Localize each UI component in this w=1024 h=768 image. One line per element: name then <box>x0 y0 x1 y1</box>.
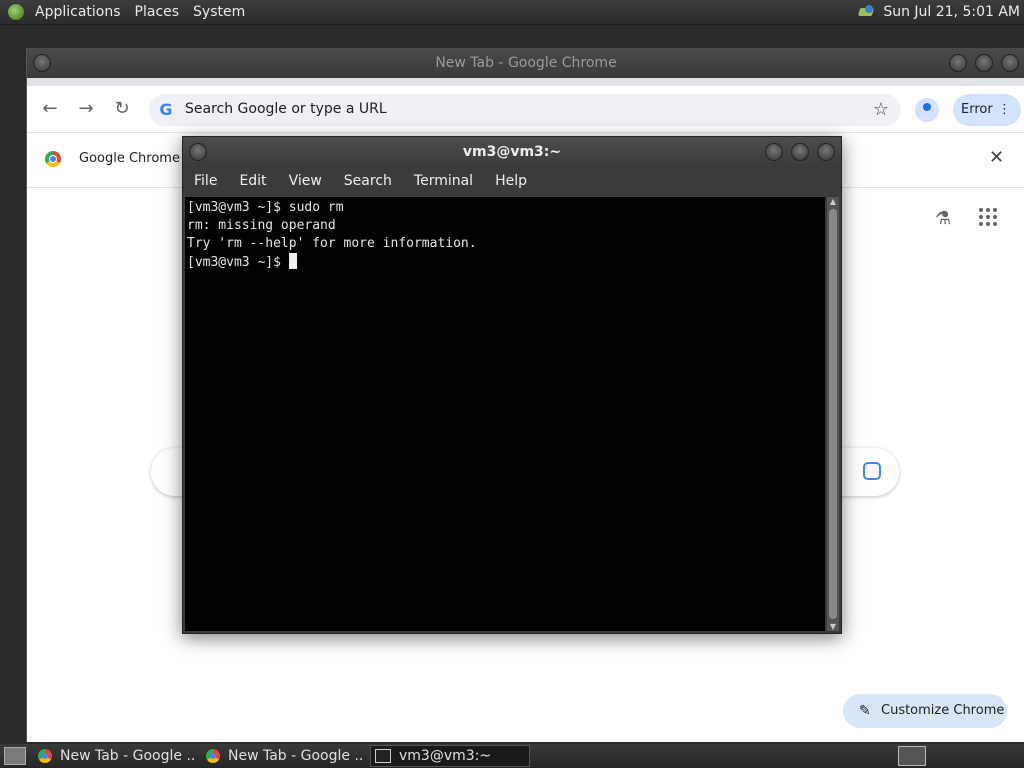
terminal-minimize-button[interactable] <box>765 143 783 161</box>
terminal-menu-help[interactable]: Help <box>484 173 538 189</box>
infobar-close-icon[interactable]: ✕ <box>989 147 1004 168</box>
terminal-menu-edit[interactable]: Edit <box>228 173 277 189</box>
forward-icon[interactable]: → <box>75 98 97 120</box>
chrome-window-title: New Tab - Google Chrome <box>435 55 617 71</box>
top-panel: Applications Places System Sun Jul 21, 5… <box>0 0 1024 25</box>
terminal-menu-file[interactable]: File <box>183 173 228 189</box>
chrome-toolbar: ← → ↻ G Search Google or type a URL ☆ Er… <box>27 86 1024 133</box>
apps-grid-icon[interactable] <box>979 208 997 226</box>
terminal-line: rm: missing operand <box>187 218 336 233</box>
bookmark-star-icon[interactable]: ☆ <box>873 99 889 120</box>
terminal-prompt: [vm3@vm3 ~]$ <box>187 255 289 270</box>
kebab-menu-icon[interactable]: ⋮ <box>998 94 1011 126</box>
taskbar-item-terminal[interactable]: vm3@vm3:~ <box>370 745 530 767</box>
menu-system[interactable]: System <box>186 4 252 20</box>
terminal-maximize-button[interactable] <box>791 143 809 161</box>
profile-avatar-icon[interactable] <box>915 98 939 122</box>
maximize-button[interactable] <box>975 54 993 72</box>
terminal-window: vm3@vm3:~ File Edit View Search Terminal… <box>182 136 842 634</box>
menu-applications[interactable]: Applications <box>28 4 128 20</box>
terminal-close-button[interactable] <box>817 143 835 161</box>
window-menu-button[interactable] <box>33 54 51 72</box>
terminal-line: Try 'rm --help' for more information. <box>187 236 477 251</box>
back-icon[interactable]: ← <box>39 98 61 120</box>
reload-icon[interactable]: ↻ <box>111 98 133 120</box>
bottom-taskbar: New Tab - Google ... New Tab - Google ..… <box>0 744 1024 768</box>
taskbar-item-chrome-2[interactable]: New Tab - Google ... <box>202 745 362 767</box>
pencil-icon: ✎ <box>859 703 871 719</box>
terminal-menu-view[interactable]: View <box>278 173 333 189</box>
profile-error-button[interactable]: Error ⋮ <box>953 94 1021 126</box>
terminal-title: vm3@vm3:~ <box>462 144 562 160</box>
chrome-icon <box>206 749 220 763</box>
terminal-scrollbar[interactable]: ▲ ▼ <box>827 197 839 631</box>
chrome-titlebar[interactable]: New Tab - Google Chrome <box>27 48 1024 78</box>
tab-strip <box>27 78 1024 86</box>
scrollbar-thumb[interactable] <box>829 209 837 619</box>
workspace-switcher[interactable] <box>898 746 926 766</box>
taskbar-item-label: New Tab - Google ... <box>60 748 194 764</box>
terminal-menu-terminal[interactable]: Terminal <box>403 173 484 189</box>
google-lens-icon[interactable] <box>863 462 881 480</box>
scroll-down-arrow-icon[interactable]: ▼ <box>827 622 839 631</box>
taskbar-item-label: vm3@vm3:~ <box>399 748 492 764</box>
network-icon[interactable] <box>859 5 877 19</box>
terminal-screen[interactable]: [vm3@vm3 ~]$ sudo rm rm: missing operand… <box>185 197 825 631</box>
terminal-titlebar[interactable]: vm3@vm3:~ <box>183 137 841 167</box>
gnome-foot-icon[interactable] <box>8 4 24 20</box>
chrome-logo-icon <box>45 151 61 167</box>
customize-chrome-button[interactable]: ✎ Customize Chrome <box>843 694 1007 728</box>
google-g-icon: G <box>159 100 173 119</box>
close-button[interactable] <box>1001 54 1019 72</box>
terminal-menu-search[interactable]: Search <box>333 173 403 189</box>
profile-error-label: Error <box>961 102 993 117</box>
terminal-line: [vm3@vm3 ~]$ sudo rm <box>187 200 344 215</box>
terminal-icon <box>375 749 391 763</box>
clock[interactable]: Sun Jul 21, 5:01 AM <box>883 4 1020 20</box>
omnibox-placeholder[interactable]: Search Google or type a URL <box>185 101 387 117</box>
omnibox[interactable]: G Search Google or type a URL ☆ <box>149 94 901 126</box>
terminal-menubar: File Edit View Search Terminal Help <box>183 167 841 195</box>
taskbar-item-chrome-1[interactable]: New Tab - Google ... <box>34 745 194 767</box>
taskbar-item-label: New Tab - Google ... <box>228 748 362 764</box>
terminal-window-menu-button[interactable] <box>189 143 207 161</box>
customize-chrome-label: Customize Chrome <box>881 703 1005 718</box>
terminal-prompt-line: [vm3@vm3 ~]$ <box>187 253 825 271</box>
scroll-up-arrow-icon[interactable]: ▲ <box>827 197 839 206</box>
chrome-icon <box>38 749 52 763</box>
labs-flask-icon[interactable]: ⚗ <box>935 208 951 229</box>
menu-places[interactable]: Places <box>128 4 187 20</box>
show-desktop-icon[interactable] <box>4 747 26 765</box>
minimize-button[interactable] <box>949 54 967 72</box>
terminal-cursor <box>288 253 297 269</box>
